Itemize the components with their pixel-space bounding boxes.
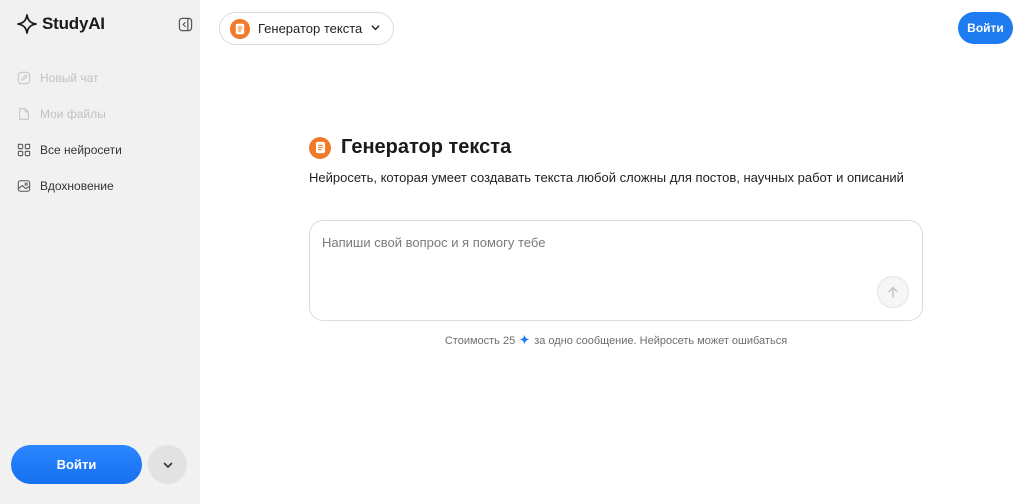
sidebar-more-button[interactable] [148, 445, 187, 484]
sidebar-collapse-icon [178, 17, 192, 31]
sidebar-nav: Новый чат Мои файлы Все нейросети Вдохно… [16, 60, 186, 204]
cost-note-prefix: Стоимость 25 [444, 335, 516, 347]
collapse-sidebar-button[interactable] [177, 16, 193, 32]
sparkle-icon [519, 334, 530, 348]
app-name: StudyAI [42, 14, 105, 33]
new-chat-icon [16, 70, 32, 86]
cost-note-suffix: за одно сообщение. Нейросеть может ошиба… [534, 335, 788, 347]
sidebar: StudyAI Новый чат Мои файлы Все нейросет… [0, 0, 200, 504]
page-description: Нейросеть, которая умеет создавать текст… [309, 170, 904, 185]
file-icon [16, 106, 32, 122]
grid-icon [16, 142, 32, 158]
sidebar-login-button[interactable]: Войти [11, 445, 142, 484]
sparkle-logo-icon [16, 13, 38, 35]
sidebar-item-inspiration[interactable]: Вдохновение [16, 168, 186, 204]
page-title: Генератор текста [341, 136, 512, 158]
model-selector-label: Генератор текста [258, 21, 363, 36]
header-login-button[interactable]: Войти [958, 12, 1013, 44]
sidebar-item-label: Новый чат [40, 71, 99, 85]
prompt-input[interactable] [322, 235, 862, 250]
sidebar-item-new-chat[interactable]: Новый чат [16, 60, 186, 96]
sidebar-item-label: Мои файлы [40, 107, 106, 121]
image-icon [16, 178, 32, 194]
model-selector[interactable]: Генератор текста [219, 12, 395, 45]
page-title-row: Генератор текста [309, 136, 511, 159]
sidebar-item-label: Все нейросети [40, 143, 122, 157]
text-generator-icon [230, 18, 250, 39]
arrow-up-icon [888, 286, 898, 298]
cost-note: Стоимость 25 за одно сообщение. Нейросет… [309, 334, 923, 348]
sidebar-item-label: Вдохновение [40, 179, 114, 193]
chevron-down-icon [370, 21, 381, 36]
app-logo[interactable]: StudyAI [16, 13, 105, 35]
sidebar-item-my-files[interactable]: Мои файлы [16, 96, 186, 132]
sidebar-item-all-networks[interactable]: Все нейросети [16, 132, 186, 168]
text-generator-icon [309, 136, 331, 159]
send-button[interactable] [877, 276, 909, 308]
prompt-box [309, 220, 923, 321]
chevron-down-icon [163, 462, 172, 468]
